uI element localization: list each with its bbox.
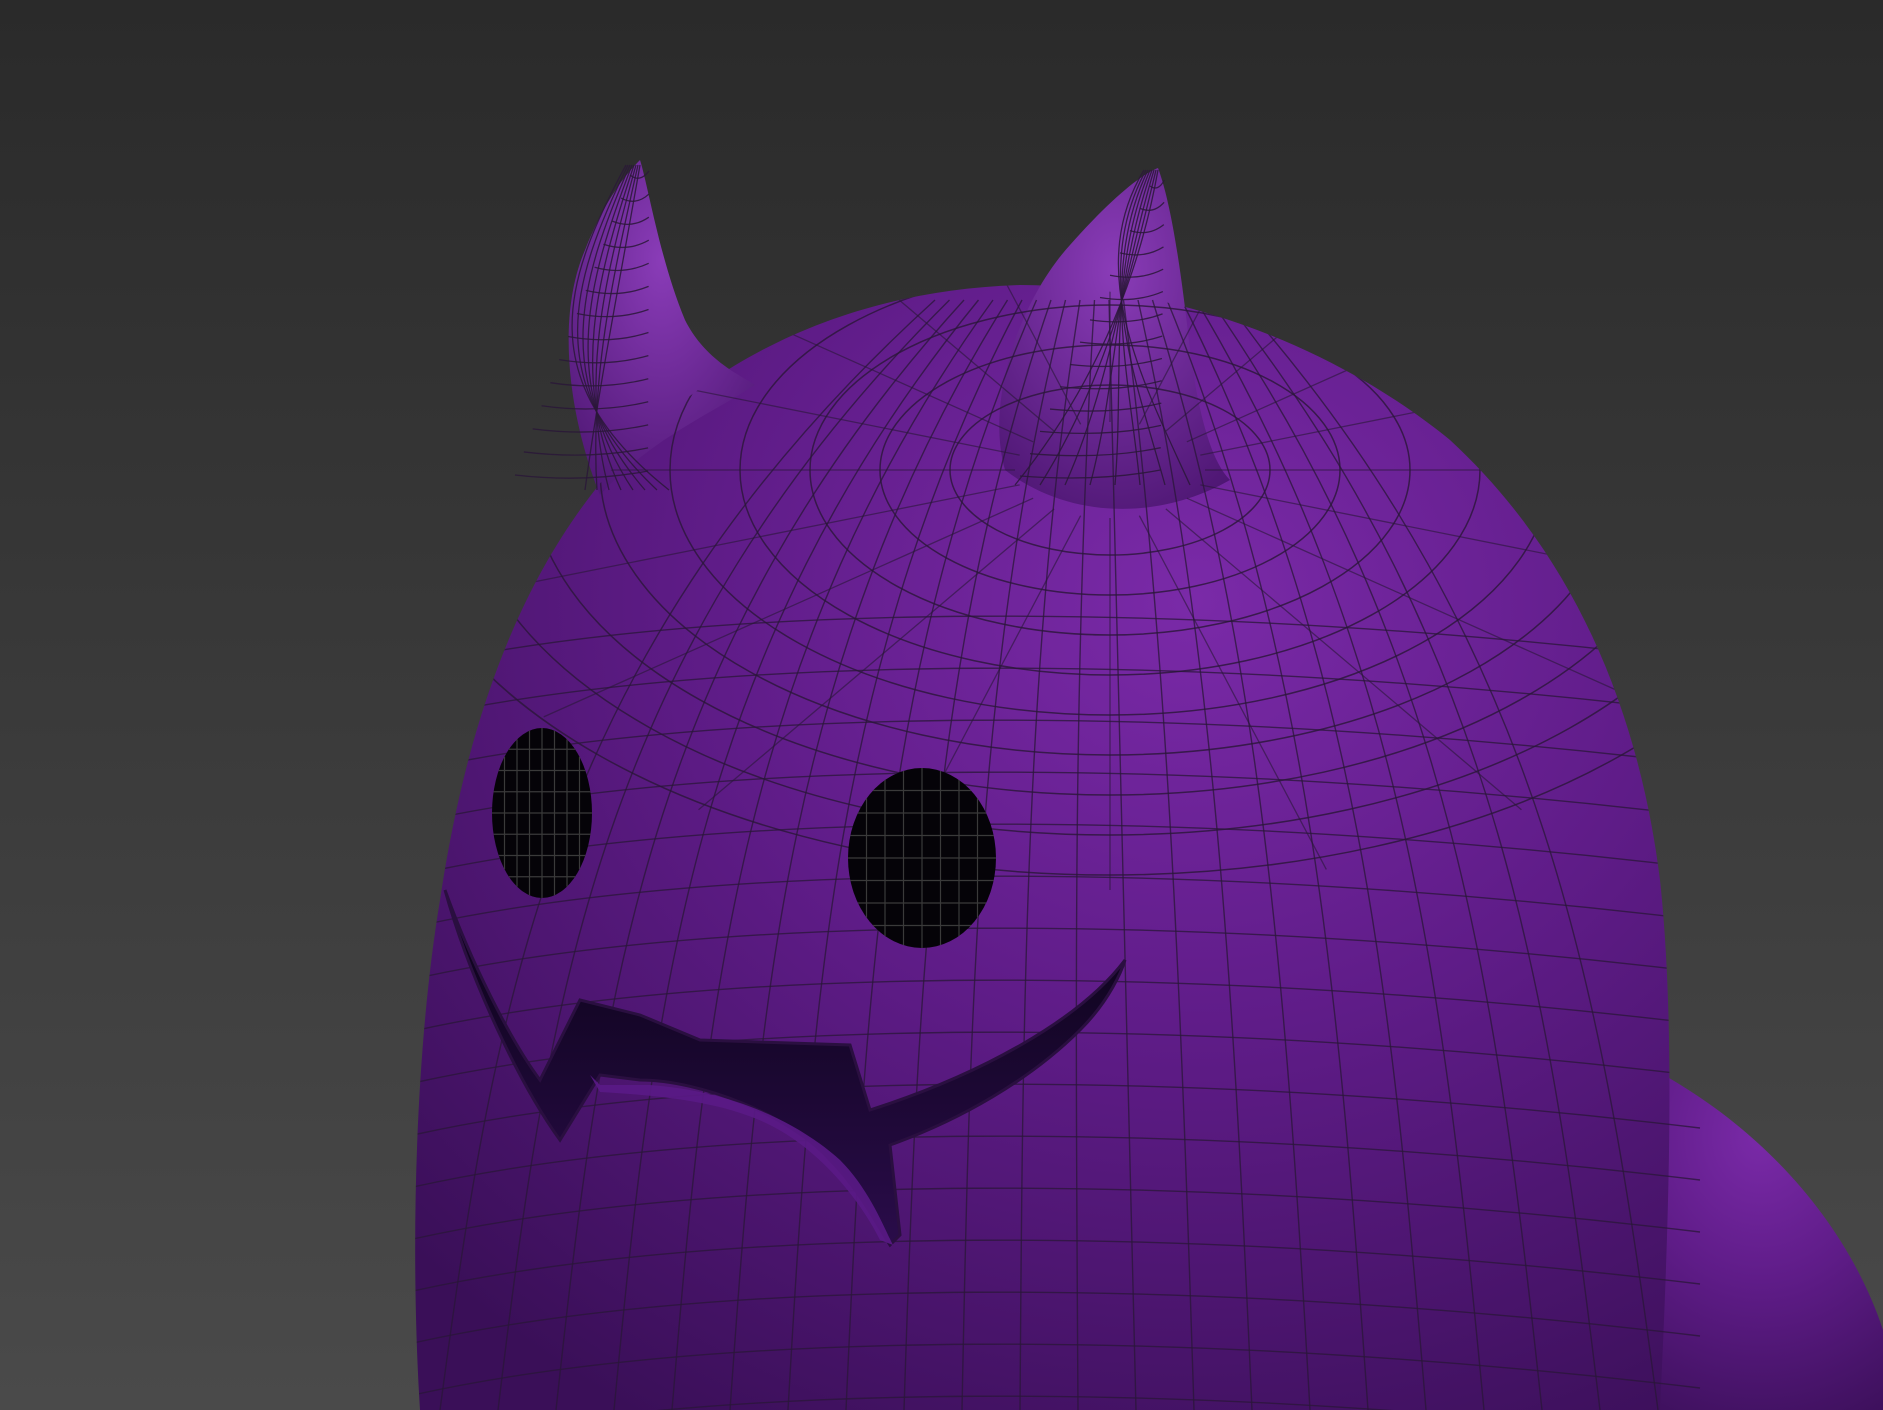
3d-viewport[interactable] xyxy=(0,0,1883,1410)
viewport-render xyxy=(0,0,1883,1410)
